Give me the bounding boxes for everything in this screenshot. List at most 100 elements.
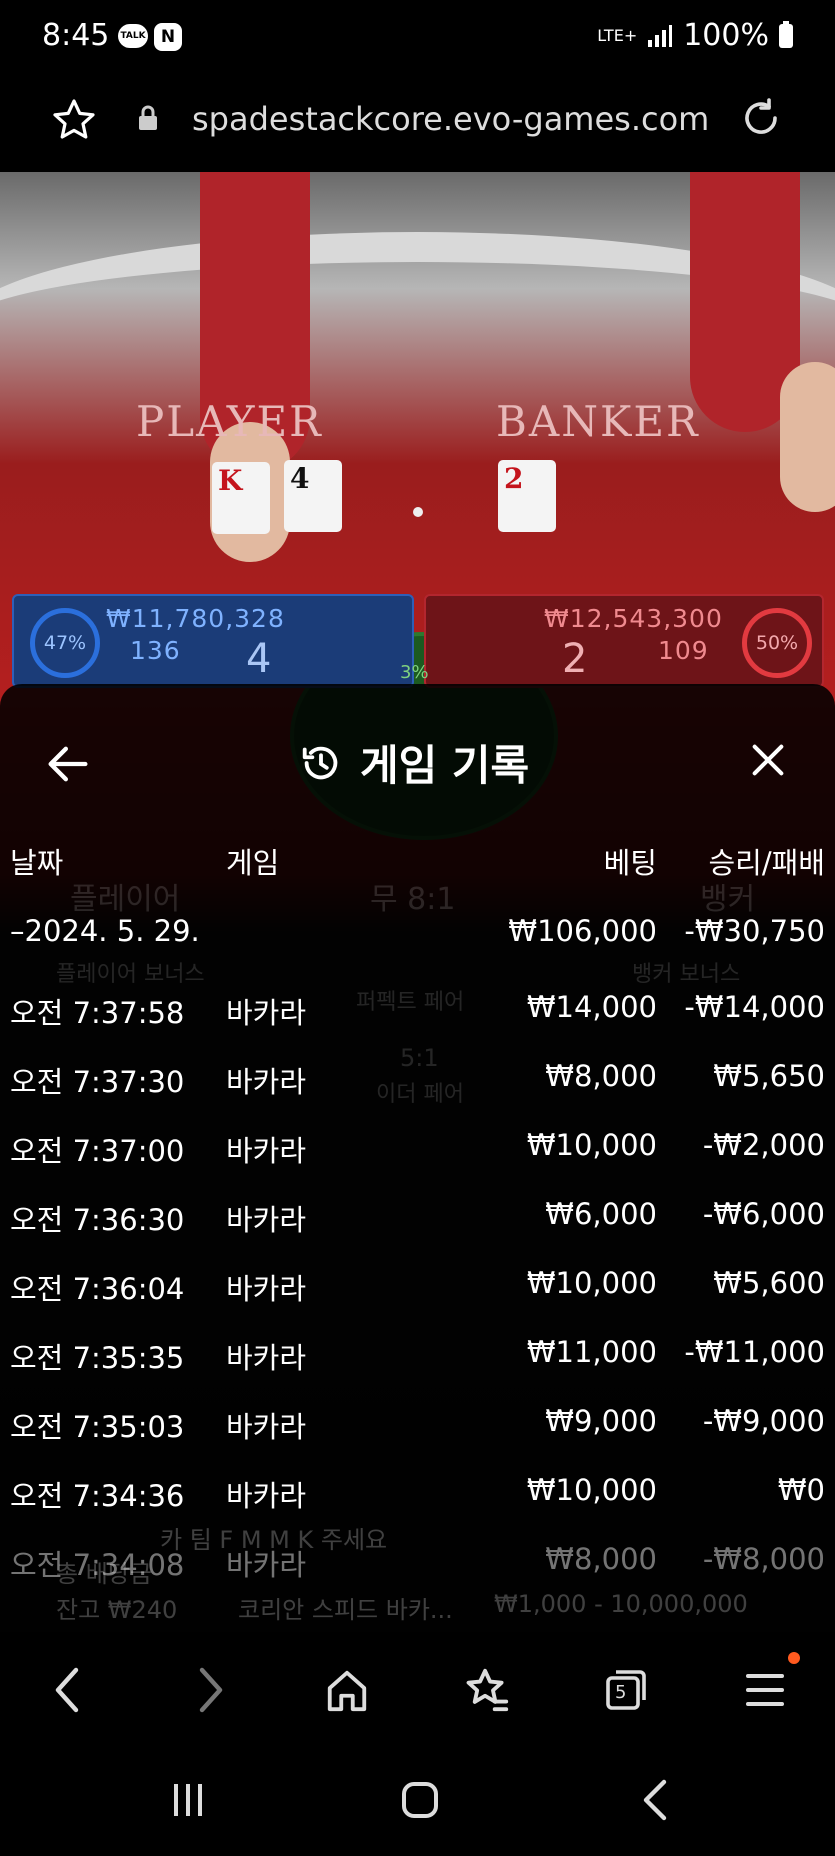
banker-bet-panel: ₩12,543,300 109 50% 2 bbox=[424, 594, 824, 688]
dealer-hand-right bbox=[780, 362, 835, 512]
row-time: 오전 7:36:30 bbox=[10, 1203, 185, 1237]
row-bet: ₩10,000 bbox=[526, 1128, 657, 1162]
row-winloss: ₩5,600 bbox=[713, 1266, 825, 1300]
banker-table-label: BANKER bbox=[496, 397, 700, 446]
star-outline-icon[interactable] bbox=[50, 96, 98, 144]
battery-percent: 100% bbox=[683, 18, 769, 53]
col-header-game: 게임 bbox=[226, 846, 280, 880]
forward-icon[interactable] bbox=[190, 1662, 230, 1718]
game-history-sheet: 플레이어 무 8:1 뱅커 플레이어 보너스 퍼펙트 페어 뱅커 보너스 5:1… bbox=[0, 684, 835, 1632]
row-time: 오전 7:35:35 bbox=[10, 1341, 185, 1375]
ghost-balance: 잔고 ₩240 bbox=[56, 1596, 178, 1624]
summary-date: –2024. 5. 29. bbox=[10, 914, 200, 948]
row-bet: ₩11,000 bbox=[526, 1335, 657, 1369]
history-row[interactable]: 오전 7:37:30 바카라 ₩8,000 ₩5,650 bbox=[0, 1049, 835, 1109]
player-card-1: K bbox=[212, 462, 270, 534]
row-bet: ₩8,000 bbox=[545, 1542, 657, 1576]
history-row[interactable]: 오전 7:36:30 바카라 ₩6,000 -₩6,000 bbox=[0, 1187, 835, 1247]
history-row[interactable]: 오전 7:36:04 바카라 ₩10,000 ₩5,600 bbox=[0, 1256, 835, 1316]
summary-bet: ₩106,000 bbox=[508, 914, 657, 948]
network-type: LTE+ bbox=[597, 26, 638, 45]
banker-score: 2 bbox=[562, 636, 588, 682]
row-bet: ₩9,000 bbox=[545, 1404, 657, 1438]
row-winloss: -₩11,000 bbox=[684, 1335, 825, 1369]
row-bet: ₩6,000 bbox=[545, 1197, 657, 1231]
row-bet: ₩8,000 bbox=[545, 1059, 657, 1093]
ghost-table-name: 코리안 스피드 바카... bbox=[238, 1596, 453, 1624]
recents-icon[interactable] bbox=[168, 1780, 208, 1820]
row-game: 바카라 bbox=[226, 1410, 307, 1444]
player-bet-panel: 47% ₩11,780,328 136 4 bbox=[12, 594, 414, 688]
back-icon[interactable] bbox=[48, 1662, 88, 1718]
arrow-left-icon[interactable] bbox=[42, 738, 94, 790]
row-time: 오전 7:36:04 bbox=[10, 1272, 185, 1306]
player-card-2: 4 bbox=[284, 460, 342, 532]
player-total-amount: ₩11,780,328 bbox=[106, 604, 285, 633]
col-header-bet: 베팅 bbox=[603, 846, 657, 880]
system-nav-bar bbox=[0, 1750, 835, 1856]
history-row[interactable]: 오전 7:37:00 바카라 ₩10,000 -₩2,000 bbox=[0, 1118, 835, 1178]
battery-icon bbox=[779, 20, 793, 48]
history-title-group: 게임 기록 bbox=[298, 732, 529, 793]
history-row[interactable]: 오전 7:35:03 바카라 ₩9,000 -₩9,000 bbox=[0, 1394, 835, 1454]
signal-icon bbox=[648, 24, 673, 47]
row-time: 오전 7:35:03 bbox=[10, 1410, 185, 1444]
history-title: 게임 기록 bbox=[360, 741, 530, 790]
row-game: 바카라 bbox=[226, 1134, 307, 1168]
summary-winloss: -₩30,750 bbox=[684, 914, 825, 948]
row-time: 오전 7:34:36 bbox=[10, 1479, 185, 1513]
tie-pct: 3% bbox=[400, 662, 429, 683]
row-time: 오전 7:34:08 bbox=[10, 1548, 185, 1582]
row-game: 바카라 bbox=[226, 1341, 307, 1375]
row-time: 오전 7:37:00 bbox=[10, 1134, 185, 1168]
row-winloss: -₩6,000 bbox=[702, 1197, 825, 1231]
row-winloss: ₩5,650 bbox=[713, 1059, 825, 1093]
row-winloss: -₩14,000 bbox=[684, 990, 825, 1024]
status-time: 8:45 bbox=[42, 18, 110, 53]
history-row[interactable]: 오전 7:34:08 바카라 ₩8,000 -₩8,000 bbox=[0, 1532, 835, 1592]
table-dot bbox=[413, 507, 423, 517]
row-game: 바카라 bbox=[226, 1065, 307, 1099]
menu-notification-dot bbox=[788, 1652, 800, 1664]
history-row[interactable]: 오전 7:37:58 바카라 ₩14,000 -₩14,000 bbox=[0, 980, 835, 1040]
ghost-limits: ₩1,000 - 10,000,000 bbox=[494, 1590, 748, 1618]
history-date-summary[interactable]: –2024. 5. 29. ₩106,000 -₩30,750 bbox=[0, 904, 835, 964]
player-table-label: PLAYER bbox=[136, 397, 323, 446]
col-header-winloss: 승리/패배 bbox=[708, 846, 826, 880]
row-game: 바카라 bbox=[226, 1479, 307, 1513]
player-pct-ring: 47% bbox=[30, 608, 100, 678]
row-time: 오전 7:37:30 bbox=[10, 1065, 185, 1099]
row-game: 바카라 bbox=[226, 1272, 307, 1306]
row-winloss: -₩2,000 bbox=[702, 1128, 825, 1162]
history-row[interactable]: 오전 7:34:36 바카라 ₩10,000 ₩0 bbox=[0, 1463, 835, 1523]
row-game: 바카라 bbox=[226, 1203, 307, 1237]
row-winloss: ₩0 bbox=[777, 1473, 825, 1507]
banker-card-1: 2 bbox=[498, 460, 556, 532]
reload-icon[interactable] bbox=[737, 94, 785, 142]
row-game: 바카라 bbox=[226, 1548, 307, 1582]
close-icon[interactable] bbox=[748, 740, 788, 780]
menu-icon[interactable] bbox=[744, 1662, 786, 1718]
tabs-icon[interactable]: 5 bbox=[604, 1668, 648, 1712]
banker-total-amount: ₩12,543,300 bbox=[544, 604, 723, 633]
browser-bottom-nav: 5 bbox=[0, 1632, 835, 1750]
player-bettor-count: 136 bbox=[130, 636, 181, 665]
col-header-date: 날짜 bbox=[10, 846, 64, 880]
status-bar: 8:45 TALK N LTE+ 100% bbox=[0, 0, 835, 78]
url-text[interactable]: spadestackcore.evo-games.com bbox=[192, 100, 709, 138]
home-button-icon[interactable] bbox=[400, 1780, 440, 1820]
home-icon[interactable] bbox=[324, 1662, 370, 1718]
history-row[interactable]: 오전 7:35:35 바카라 ₩11,000 -₩11,000 bbox=[0, 1325, 835, 1385]
lock-icon bbox=[139, 105, 157, 130]
bookmarks-icon[interactable] bbox=[462, 1662, 512, 1718]
banker-pct-ring: 50% bbox=[742, 608, 812, 678]
browser-url-bar: spadestackcore.evo-games.com bbox=[0, 78, 835, 170]
row-winloss: -₩8,000 bbox=[702, 1542, 825, 1576]
status-indicators: LTE+ 100% bbox=[597, 18, 793, 53]
naver-notification-icon: N bbox=[154, 23, 182, 51]
row-time: 오전 7:37:58 bbox=[10, 996, 185, 1030]
kakaotalk-notification-icon: TALK bbox=[118, 24, 148, 48]
row-bet: ₩10,000 bbox=[526, 1473, 657, 1507]
banker-bettor-count: 109 bbox=[658, 636, 709, 665]
system-back-icon[interactable] bbox=[638, 1778, 672, 1822]
